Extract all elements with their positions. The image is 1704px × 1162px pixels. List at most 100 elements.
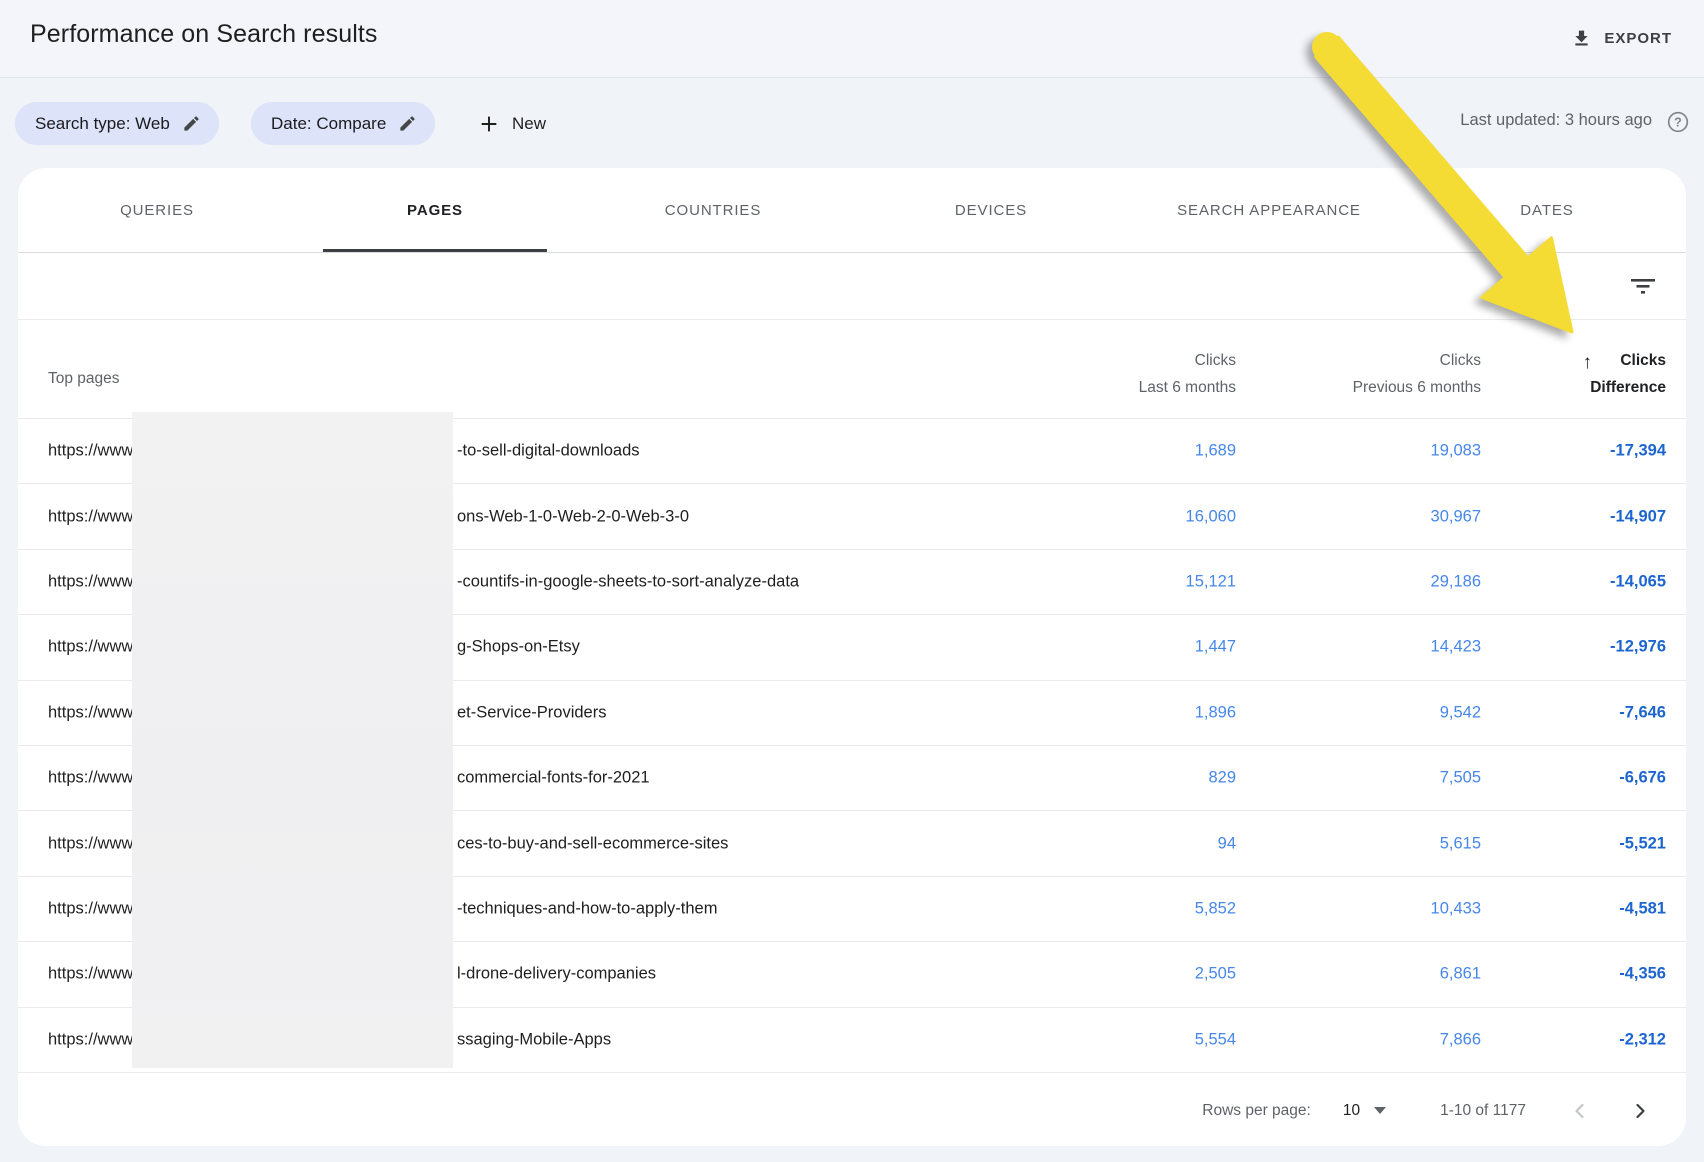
url-prefix: https://www	[48, 834, 133, 852]
clicks-prev-value: 9,542	[1440, 703, 1481, 722]
url-suffix: et-Service-Providers	[457, 703, 606, 722]
url-suffix: -to-sell-digital-downloads	[457, 442, 640, 461]
clicks-last-value: 1,689	[1195, 442, 1236, 461]
dropdown-caret-icon	[1374, 1107, 1386, 1114]
date-chip[interactable]: Date: Compare	[251, 102, 435, 145]
export-button[interactable]: EXPORT	[1557, 18, 1686, 58]
clicks-difference-value: -5,521	[1619, 834, 1666, 853]
top-pages-header: Top pages	[48, 370, 120, 388]
clicks-prev-value: 10,433	[1431, 899, 1481, 918]
page-url-cell[interactable]: https://wwwces-to-buy-and-sell-ecommerce…	[48, 834, 133, 853]
clicks-previous-6-months-header[interactable]: Clicks Previous 6 months	[1353, 347, 1481, 401]
previous-page-button[interactable]	[1562, 1093, 1598, 1129]
clicks-last-value: 2,505	[1195, 965, 1236, 984]
clicks-last-value: 94	[1218, 834, 1236, 853]
url-suffix: -techniques-and-how-to-apply-them	[457, 899, 717, 918]
tab-queries[interactable]: QUERIES	[18, 168, 296, 252]
url-suffix: g-Shops-on-Etsy	[457, 638, 580, 657]
chevron-left-icon	[1568, 1099, 1592, 1123]
tab-devices-label: DEVICES	[955, 202, 1027, 219]
page-url-cell[interactable]: https://wwwssaging-Mobile-Apps	[48, 1030, 133, 1049]
page-url-cell[interactable]: https://wwwet-Service-Providers	[48, 703, 133, 722]
tab-countries-label: COUNTRIES	[665, 202, 761, 219]
clicks-prev-value: 7,866	[1440, 1030, 1481, 1049]
clicks-difference-value: -14,907	[1610, 507, 1666, 526]
date-chip-label: Date: Compare	[271, 114, 386, 134]
clicks-prev-value: 19,083	[1431, 442, 1481, 461]
clicks-last-value: 5,852	[1195, 899, 1236, 918]
new-filter-button[interactable]: New	[466, 102, 558, 145]
clicks-difference-value: -2,312	[1619, 1030, 1666, 1049]
chevron-right-icon	[1628, 1099, 1652, 1123]
svg-text:?: ?	[1674, 115, 1682, 129]
clicks-difference-value: -14,065	[1610, 572, 1666, 591]
clicks-last-value: 5,554	[1195, 1030, 1236, 1049]
tab-pages[interactable]: PAGES	[296, 168, 574, 252]
clicks-prev-value: 30,967	[1431, 507, 1481, 526]
rows-per-page-dropdown[interactable]: 10	[1343, 1102, 1386, 1120]
export-label: EXPORT	[1604, 30, 1672, 47]
tab-devices[interactable]: DEVICES	[852, 168, 1130, 252]
clicks-last-line1: Clicks	[1139, 347, 1236, 374]
url-suffix: commercial-fonts-for-2021	[457, 769, 650, 788]
clicks-last-line2: Last 6 months	[1139, 374, 1236, 401]
page-title: Performance on Search results	[30, 20, 378, 49]
page-url-cell[interactable]: https://www-countifs-in-google-sheets-to…	[48, 572, 133, 591]
tab-pages-label: PAGES	[407, 202, 463, 219]
clicks-last-6-months-header[interactable]: Clicks Last 6 months	[1139, 347, 1236, 401]
clicks-last-value: 1,896	[1195, 703, 1236, 722]
tab-bar: QUERIES PAGES COUNTRIES DEVICES SEARCH A…	[18, 168, 1686, 253]
clicks-prev-value: 14,423	[1431, 638, 1481, 657]
help-icon[interactable]: ?	[1666, 110, 1690, 134]
rows-per-page-value: 10	[1343, 1102, 1360, 1120]
clicks-prev-value: 6,861	[1440, 965, 1481, 984]
clicks-difference-value: -4,581	[1619, 899, 1666, 918]
plus-icon	[478, 113, 500, 135]
rows-per-page-label: Rows per page:	[1202, 1102, 1311, 1120]
search-type-chip[interactable]: Search type: Web	[15, 102, 219, 145]
clicks-diff-line2: Difference	[1590, 374, 1666, 401]
tab-search-appearance-label: SEARCH APPEARANCE	[1177, 202, 1361, 219]
url-prefix: https://www	[48, 638, 133, 656]
url-suffix: l-drone-delivery-companies	[457, 965, 656, 984]
redacted-url-region	[132, 412, 453, 1068]
clicks-difference-value: -7,646	[1619, 703, 1666, 722]
url-suffix: ces-to-buy-and-sell-ecommerce-sites	[457, 834, 728, 853]
table-toolbar	[18, 253, 1686, 320]
tab-dates[interactable]: DATES	[1408, 168, 1686, 252]
url-suffix: ssaging-Mobile-Apps	[457, 1030, 611, 1049]
tab-search-appearance[interactable]: SEARCH APPEARANCE	[1130, 168, 1408, 252]
url-suffix: -countifs-in-google-sheets-to-sort-analy…	[457, 572, 799, 591]
tab-countries[interactable]: COUNTRIES	[574, 168, 852, 252]
url-prefix: https://www	[48, 899, 133, 917]
search-type-chip-label: Search type: Web	[35, 114, 170, 134]
page-url-cell[interactable]: https://wwwl-drone-delivery-companies	[48, 965, 133, 984]
page-url-cell[interactable]: https://www-to-sell-digital-downloads	[48, 442, 133, 461]
filter-rows-button[interactable]	[1626, 269, 1660, 303]
tab-dates-label: DATES	[1520, 202, 1573, 219]
filter-icon	[1630, 275, 1656, 297]
url-prefix: https://www	[48, 572, 133, 590]
url-prefix: https://www	[48, 442, 133, 460]
top-header-bar: Performance on Search results EXPORT	[0, 0, 1704, 78]
page-url-cell[interactable]: https://wwwcommercial-fonts-for-2021	[48, 769, 133, 788]
clicks-prev-value: 29,186	[1431, 572, 1481, 591]
edit-icon	[182, 114, 201, 133]
url-prefix: https://www	[48, 965, 133, 983]
url-prefix: https://www	[48, 1030, 133, 1048]
pagination-range: 1-10 of 1177	[1440, 1102, 1526, 1120]
clicks-difference-value: -17,394	[1610, 442, 1666, 461]
page-url-cell[interactable]: https://wwwg-Shops-on-Etsy	[48, 638, 133, 657]
clicks-difference-value: -6,676	[1619, 769, 1666, 788]
last-updated-text: Last updated: 3 hours ago	[1460, 111, 1652, 130]
table-footer: Rows per page: 10 1-10 of 1177	[18, 1073, 1686, 1149]
page-url-cell[interactable]: https://www-techniques-and-how-to-apply-…	[48, 899, 133, 918]
url-prefix: https://www	[48, 507, 133, 525]
clicks-prev-value: 7,505	[1440, 769, 1481, 788]
clicks-last-value: 829	[1208, 769, 1236, 788]
clicks-difference-header[interactable]: Clicks Difference	[1590, 347, 1666, 401]
clicks-last-value: 15,121	[1186, 572, 1236, 591]
page-url-cell[interactable]: https://wwwons-Web-1-0-Web-2-0-Web-3-0	[48, 507, 133, 526]
next-page-button[interactable]	[1622, 1093, 1658, 1129]
clicks-prev-line2: Previous 6 months	[1353, 374, 1481, 401]
